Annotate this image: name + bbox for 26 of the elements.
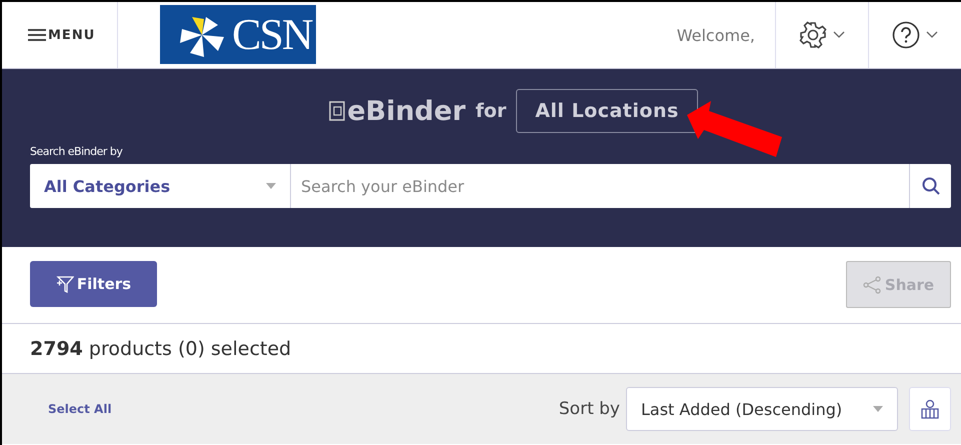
select-all-link[interactable]: Select All — [48, 402, 112, 416]
filter-icon — [56, 275, 74, 293]
caret-icon — [873, 406, 883, 412]
search-button[interactable] — [909, 164, 951, 208]
help-icon — [892, 21, 920, 49]
category-dropdown[interactable]: All Categories — [30, 164, 291, 208]
sort-label: Sort by — [558, 399, 620, 419]
share-icon — [862, 276, 881, 294]
caret-icon — [266, 183, 276, 189]
caret-icon — [926, 31, 938, 39]
settings-icon — [799, 21, 827, 49]
filters-button[interactable]: Filters — [30, 261, 157, 307]
logo: CSN — [160, 5, 316, 64]
search-icon — [922, 177, 940, 195]
for-label: for — [476, 100, 506, 122]
menu-icon — [28, 29, 46, 41]
ebinder-title: eBinder — [347, 96, 466, 126]
welcome-text: Welcome, — [676, 26, 755, 44]
search-label: Search eBinder by — [30, 145, 124, 158]
location-button[interactable]: All Locations — [516, 89, 698, 133]
search-field[interactable]: Search your eBinder — [291, 164, 909, 208]
binder-icon — [329, 101, 346, 121]
view-button[interactable] — [909, 387, 951, 431]
building-icon — [921, 399, 939, 419]
caret-icon — [833, 31, 845, 39]
sort-dropdown[interactable]: Last Added (Descending) — [626, 387, 898, 431]
